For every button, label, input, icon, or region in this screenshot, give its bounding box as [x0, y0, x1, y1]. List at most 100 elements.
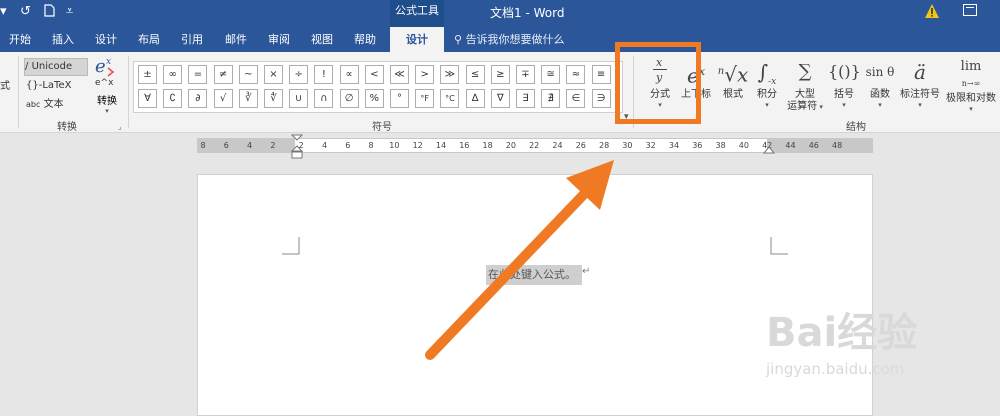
symbol-button[interactable]: ≠	[213, 65, 233, 84]
symbol-button[interactable]: ∈	[566, 89, 586, 108]
symbol-button[interactable]: °C	[440, 89, 460, 108]
ruler-number: 6	[345, 141, 351, 150]
symbol-button[interactable]: ×	[264, 65, 283, 84]
symbol-button[interactable]: °	[390, 89, 409, 108]
divider	[18, 56, 19, 128]
convert-button[interactable]: e x e^x 转换 ▾	[90, 56, 124, 115]
symbol-button[interactable]: °F	[415, 89, 435, 108]
limit-icon: lim n→∞	[960, 59, 982, 88]
large-operator-button[interactable]: ∑ 大型 运算符 ▾	[783, 55, 827, 113]
symbol-button[interactable]: ≈	[566, 65, 586, 84]
convert-label: 转换	[97, 96, 117, 107]
symbol-button[interactable]: >	[415, 65, 435, 84]
symbol-button[interactable]: <	[364, 65, 384, 84]
symbol-button[interactable]: ≪	[390, 65, 409, 84]
symbol-button[interactable]: ≡	[591, 65, 611, 84]
right-indent-marker-icon[interactable]	[763, 145, 775, 154]
tab-references[interactable]: 引用	[181, 27, 203, 52]
symbol-button[interactable]: ∅	[339, 89, 359, 108]
tab-equation-design[interactable]: 设计	[390, 27, 444, 52]
ribbon-tab-bar: 开始 插入 设计 布局 引用 邮件 审阅 视图 帮助 设计 ⚲ 告诉我你想要做什…	[0, 27, 1000, 52]
ruler-number: 32	[645, 141, 656, 150]
limit-log-button[interactable]: lim n→∞ 极限和对数 ▾	[943, 55, 999, 113]
group-label-symbols: 符号	[372, 122, 392, 133]
ruler-number: 40	[738, 141, 749, 150]
radical-icon: n√x	[717, 62, 749, 87]
symbol-button[interactable]: √	[213, 89, 233, 108]
tab-insert[interactable]: 插入	[52, 27, 74, 52]
symbol-button[interactable]: %	[364, 89, 384, 108]
dialog-launcher-icon[interactable]: ⌟	[118, 122, 122, 131]
symbol-button[interactable]: ~	[238, 65, 258, 84]
symbol-button[interactable]: ∀	[138, 89, 157, 108]
integral-label: 积分	[757, 89, 777, 100]
watermark-logo: Bai经验	[766, 310, 918, 356]
tab-mailings[interactable]: 邮件	[225, 27, 247, 52]
ruler-number: 14	[435, 141, 447, 150]
warning-icon[interactable]	[924, 3, 940, 19]
new-doc-icon[interactable]	[44, 4, 55, 21]
integral-button[interactable]: ∫-x 积分 ▾	[751, 55, 783, 113]
symbol-button[interactable]: ≤	[465, 65, 485, 84]
symbol-button[interactable]: ∇	[490, 89, 510, 108]
tab-review[interactable]: 审阅	[268, 27, 290, 52]
text-option[interactable]: abc 文本	[26, 97, 64, 113]
chevron-down-icon: ▾	[765, 101, 769, 109]
symbol-button[interactable]: ∞	[163, 65, 183, 84]
svg-text:e: e	[95, 56, 106, 77]
unicode-label: Unicode	[31, 61, 73, 72]
redo-icon[interactable]: ↺	[20, 4, 31, 19]
equation-placeholder[interactable]: 在此处键入公式。	[486, 265, 582, 285]
symbol-button[interactable]: ÷	[289, 65, 309, 84]
ribbon-display-options-icon[interactable]	[963, 4, 977, 16]
chevron-down-icon: ▾	[918, 101, 922, 109]
bracket-label: 括号	[834, 89, 854, 100]
symbol-button[interactable]: ∝	[339, 65, 359, 84]
symbol-button[interactable]: ∪	[289, 89, 309, 108]
tab-design[interactable]: 设计	[95, 27, 117, 52]
symbol-button[interactable]: ∆	[465, 89, 485, 108]
accent-button[interactable]: ä 标注符号 ▾	[898, 55, 942, 113]
equation-button-partial[interactable]: 式	[0, 79, 10, 95]
symbol-button[interactable]: ∜	[264, 89, 283, 108]
accent-label: 标注符号	[900, 89, 940, 100]
symbol-button[interactable]: ∋	[591, 89, 611, 108]
latex-option[interactable]: {}-LaTeX	[26, 78, 71, 94]
tab-view[interactable]: 视图	[311, 27, 333, 52]
symbol-button[interactable]: ≥	[490, 65, 510, 84]
symbol-button[interactable]: ∃	[516, 89, 535, 108]
tell-me-text: 告诉我你想要做什么	[465, 33, 565, 46]
radical-button[interactable]: n√x 根式	[716, 55, 750, 113]
symbol-button[interactable]: ≫	[440, 65, 460, 84]
symbol-button[interactable]: !	[314, 65, 334, 84]
tab-help[interactable]: 帮助	[354, 27, 376, 52]
symbol-button[interactable]: =	[188, 65, 208, 84]
symbol-button[interactable]: ∁	[163, 89, 183, 108]
symbol-button[interactable]: ≅	[541, 65, 561, 84]
customize-qa-icon[interactable]: ⩡	[66, 4, 73, 19]
margin-corner-mark	[770, 237, 788, 255]
group-label-structures: 结构	[846, 122, 866, 133]
ruler-number: 24	[552, 141, 563, 150]
qa-dropdown-icon[interactable]: ▾	[0, 4, 7, 19]
ruler-number: 4	[321, 141, 328, 150]
function-button[interactable]: sin θ 函数 ▾	[862, 55, 898, 113]
tab-home[interactable]: 开始	[9, 27, 31, 52]
ruler-number: 18	[482, 141, 493, 150]
symbol-button[interactable]: ∂	[188, 89, 208, 108]
convert-icon: e x e^x	[95, 56, 115, 88]
symbol-button[interactable]: ∓	[516, 65, 535, 84]
unicode-option[interactable]: / Unicode	[24, 58, 88, 76]
ruler-number: 36	[692, 141, 703, 150]
chevron-down-icon: ▾	[969, 105, 973, 113]
symbol-button[interactable]: ∩	[314, 89, 334, 108]
tell-me-search[interactable]: ⚲ 告诉我你想要做什么	[454, 27, 565, 52]
bracket-button[interactable]: {()} 括号 ▾	[828, 55, 861, 113]
tab-layout[interactable]: 布局	[138, 27, 160, 52]
symbol-button[interactable]: ±	[138, 65, 157, 84]
symbol-button[interactable]: ∛	[238, 89, 258, 108]
indent-marker-icon[interactable]	[291, 134, 303, 160]
function-icon: sin θ	[865, 65, 895, 79]
symbol-button[interactable]: ∄	[541, 89, 561, 108]
text-prefix: abc	[26, 100, 41, 109]
